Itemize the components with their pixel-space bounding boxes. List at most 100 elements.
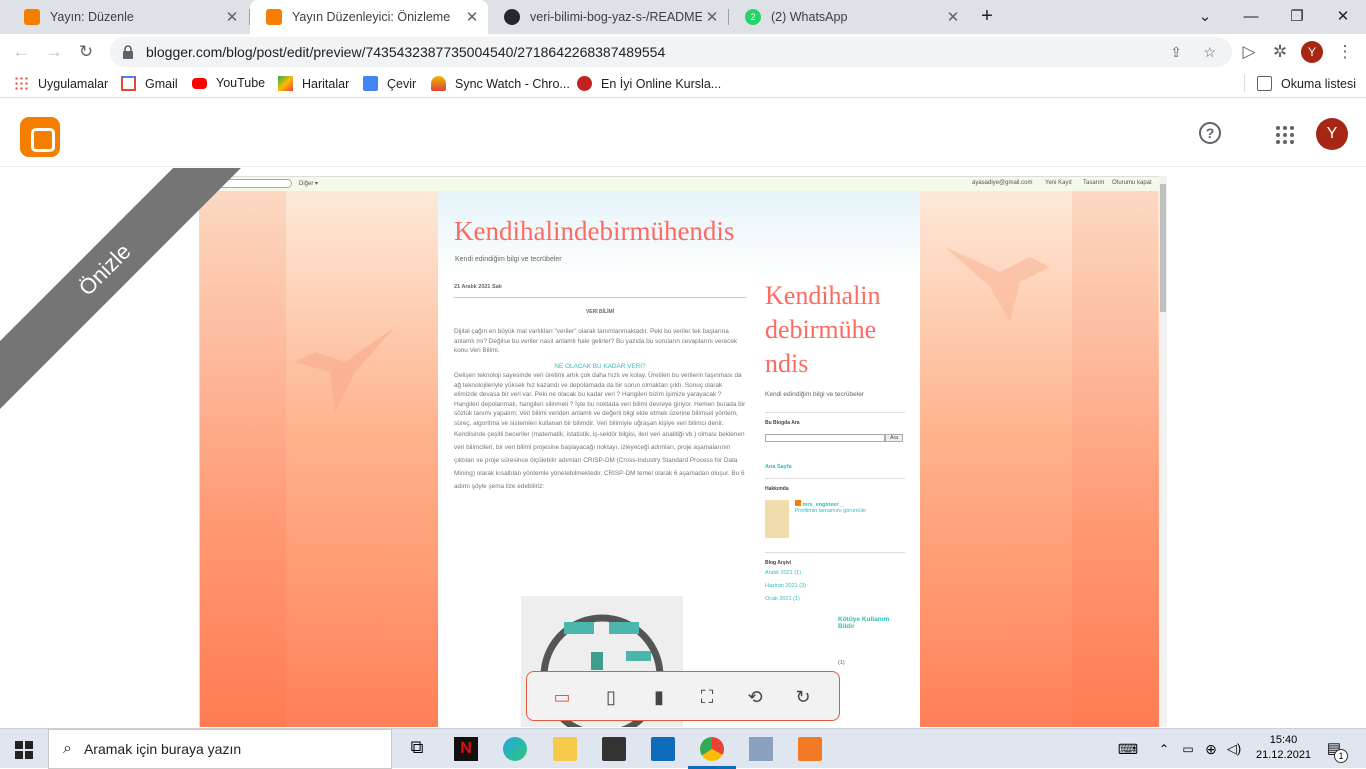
reading-list[interactable]: Okuma listesi <box>1257 76 1356 91</box>
sidebar-blog-title[interactable]: Kendihalin debirmühe ndis <box>765 279 905 381</box>
post-paragraph: Gelişen teknoloji sayesinde veri üretimi… <box>454 372 746 427</box>
new-tab-button[interactable]: + <box>964 0 1010 32</box>
post-paragraph: Kendisinde çeşitli beceriler (matematik,… <box>454 431 745 490</box>
notification-badge: 1 <box>1334 749 1348 763</box>
close-window-button[interactable]: ✕ <box>1320 0 1366 32</box>
fullscreen-icon[interactable]: ⛶ <box>694 684 720 710</box>
bookmark-label: Gmail <box>145 76 178 91</box>
navbar-new-post[interactable]: Yeni Kayıt <box>1045 180 1072 186</box>
file-explorer-icon[interactable] <box>553 737 577 761</box>
tab-onizleme[interactable]: Yayın Düzenleyici: Önizleme ✕ <box>250 0 488 34</box>
bookmark-separator <box>1244 74 1245 92</box>
github-icon <box>504 9 520 25</box>
close-tab-icon[interactable]: ✕ <box>943 8 963 26</box>
scrollbar-thumb[interactable] <box>1160 184 1166 312</box>
bookmark-star-icon[interactable]: ☆ <box>1203 44 1216 61</box>
navbar-design[interactable]: Tasarım <box>1083 180 1104 186</box>
xampp-icon[interactable] <box>798 737 822 761</box>
bookmark-syncwatch[interactable]: Sync Watch - Chro... <box>431 76 570 91</box>
bookmark-gmail[interactable]: Gmail <box>121 76 178 91</box>
task-view-icon[interactable]: ⧉ <box>405 737 429 761</box>
bookmark-youtube[interactable]: YouTube <box>192 76 265 90</box>
translate-icon <box>363 76 378 91</box>
tab-strip: Yayın: Düzenle ✕ Yayın Düzenleyici: Öniz… <box>0 0 1366 34</box>
blog-preview-frame: Diğer ▾ ayasadiye@gmail.com Yeni Kayıt T… <box>199 176 1167 727</box>
archive-item[interactable]: Ocak 2021 (1) <box>765 596 905 602</box>
show-hidden-icons[interactable]: ⌃ <box>1152 737 1176 761</box>
refresh-icon[interactable]: ↻ <box>790 684 816 710</box>
edge-icon[interactable] <box>503 737 527 761</box>
volume-icon[interactable]: ◁) <box>1222 737 1246 761</box>
tab-search-icon[interactable]: ⌄ <box>1182 0 1228 32</box>
back-button[interactable]: ← <box>10 41 32 63</box>
forward-button[interactable]: → <box>43 41 65 63</box>
tab-title: (2) WhatsApp <box>771 10 848 24</box>
battery-icon[interactable]: ▭ <box>1176 737 1200 761</box>
google-apps-icon[interactable] <box>1276 126 1294 144</box>
sidebar-search-button[interactable]: Ara <box>885 434 903 442</box>
rotate-icon[interactable]: ⟲ <box>742 684 768 710</box>
taskbar-clock[interactable]: 15:40 21.12.2021 <box>1256 733 1311 763</box>
close-tab-icon[interactable]: ✕ <box>462 8 482 26</box>
share-icon[interactable]: ⇪ <box>1170 44 1182 61</box>
help-icon[interactable]: ? <box>1199 122 1221 144</box>
mail-icon[interactable] <box>651 737 675 761</box>
store-icon[interactable] <box>602 737 626 761</box>
extensions-icon[interactable]: ✲ <box>1269 41 1291 63</box>
sidebar-search-heading: Bu Blogda Ara <box>765 412 905 426</box>
tab-yayin-duzenle[interactable]: Yayın: Düzenle ✕ <box>8 0 248 34</box>
tab-github[interactable]: veri-bilimi-bog-yaz-s-/README.m ✕ <box>488 0 728 34</box>
account-avatar[interactable]: Y <box>1316 118 1348 150</box>
menu-icon[interactable]: ⋮ <box>1334 41 1356 63</box>
blogger-logo-icon[interactable] <box>20 117 60 157</box>
mobile-view-icon[interactable]: ▮ <box>646 684 672 710</box>
archive-item[interactable]: Haziran 2021 (3) <box>765 583 905 589</box>
youtube-icon <box>192 77 207 89</box>
bookmarks-bar: Uygulamalar Gmail YouTube Haritalar Çevi… <box>0 70 1366 98</box>
bookmark-maps[interactable]: Haritalar <box>278 76 349 91</box>
sidebar-description: Kendi edindiğim bilgi ve tecrübeler <box>765 391 865 398</box>
navbar-search-input[interactable] <box>218 179 292 188</box>
windows-start-icon[interactable] <box>15 741 33 759</box>
kurslar-icon <box>577 76 592 91</box>
blog-title[interactable]: Kendihalindebirmühendis <box>454 216 734 247</box>
device-toolbar: ▭ ▯ ▮ ⛶ ⟲ ↻ <box>526 671 840 721</box>
netflix-icon[interactable]: N <box>454 737 478 761</box>
taskbar-search[interactable]: ⌕ Aramak için buraya yazın <box>48 729 392 769</box>
blog-content-column: Kendihalindebirmühendis Kendi edindiğim … <box>438 191 920 727</box>
close-tab-icon[interactable]: ✕ <box>222 8 242 26</box>
archive-heading: Blog Arşivi <box>765 552 905 566</box>
post-heading: VERİ BİLİMİ <box>585 308 615 315</box>
sidebar-search-input[interactable] <box>765 434 885 442</box>
chrome-icon[interactable] <box>700 737 724 761</box>
address-bar[interactable]: blogger.com/blog/post/edit/preview/74354… <box>110 37 1232 67</box>
tablet-view-icon[interactable]: ▯ <box>598 684 624 710</box>
keyboard-icon[interactable]: ⌨ <box>1116 737 1140 761</box>
lock-icon <box>123 45 133 59</box>
preview-scrollbar[interactable] <box>1159 176 1167 727</box>
tab-title: veri-bilimi-bog-yaz-s-/README.m <box>530 10 702 24</box>
close-tab-icon[interactable]: ✕ <box>702 8 722 26</box>
preview-area: Diğer ▾ ayasadiye@gmail.com Yeni Kayıt T… <box>0 168 1366 727</box>
report-abuse-link[interactable]: Kötüye Kullanım Bildir <box>838 616 904 630</box>
clock-time: 15:40 <box>1269 734 1298 746</box>
tab-whatsapp[interactable]: 2 (2) WhatsApp ✕ <box>729 0 969 34</box>
network-icon[interactable]: ⊕ <box>1199 737 1223 761</box>
profile-avatar[interactable]: Y <box>1301 41 1323 63</box>
bookmark-kurslar[interactable]: En İyi Online Kursla... <box>577 76 721 91</box>
tab-title: Yayın: Düzenle <box>50 10 134 24</box>
network-app-icon[interactable] <box>749 737 773 761</box>
profile-picture[interactable] <box>765 500 789 538</box>
restore-button[interactable]: ❐ <box>1274 0 1320 32</box>
minimize-button[interactable]: — <box>1228 0 1274 32</box>
navbar-more-button[interactable]: Diğer ▾ <box>299 180 318 187</box>
navbar-signout[interactable]: Oturumu kapat <box>1112 180 1152 186</box>
desktop-view-icon[interactable]: ▭ <box>549 684 575 710</box>
media-icon[interactable]: ▷ <box>1238 41 1260 63</box>
archive-item[interactable]: Aralık 2021 (1) <box>765 570 905 576</box>
profile-link[interactable]: Profilimin tamamını görüntüle <box>795 508 867 514</box>
reload-button[interactable]: ↻ <box>75 41 97 63</box>
home-link[interactable]: Ana Sayfa <box>765 464 905 470</box>
bookmark-translate[interactable]: Çevir <box>363 76 416 91</box>
bookmark-apps[interactable]: Uygulamalar <box>14 76 108 91</box>
